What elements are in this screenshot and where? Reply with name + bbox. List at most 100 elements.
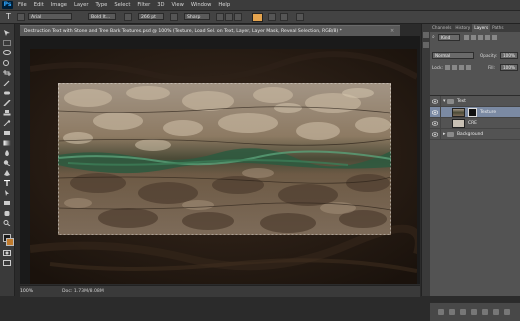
collapse-arrow-icon[interactable]: ▸ <box>443 130 446 139</box>
healing-brush-tool-icon[interactable] <box>3 90 11 96</box>
visibility-eye-icon[interactable] <box>432 121 438 126</box>
font-size-select[interactable]: 266 pt <box>138 13 164 20</box>
lock-all-icon[interactable] <box>466 65 471 70</box>
menu-view[interactable]: View <box>172 0 184 10</box>
gradient-tool-icon[interactable] <box>3 140 11 146</box>
canvas-bark-image[interactable] <box>58 83 391 235</box>
layer-row-text-group[interactable]: ▾ Text <box>430 96 520 107</box>
new-layer-icon[interactable] <box>493 309 499 315</box>
layer-row-background-group[interactable]: ▸ Background <box>430 129 520 140</box>
antialias-select[interactable]: Sharp <box>184 13 210 20</box>
lock-transparent-icon[interactable] <box>445 65 450 70</box>
screen-mode-icon[interactable] <box>3 260 11 266</box>
blur-tool-icon[interactable] <box>3 150 11 156</box>
path-selection-tool-icon[interactable] <box>3 190 11 196</box>
layer-name: Texture <box>480 110 497 115</box>
hand-tool-icon[interactable] <box>3 210 11 216</box>
font-family-select[interactable]: Arial <box>28 13 72 20</box>
layer-row-texture[interactable]: Texture <box>430 107 520 118</box>
quick-select-tool-icon[interactable] <box>3 60 11 66</box>
dodge-tool-icon[interactable] <box>3 160 11 166</box>
history-panel-icon[interactable] <box>423 32 429 38</box>
filter-pixel-icon[interactable] <box>464 35 469 40</box>
lock-position-icon[interactable] <box>459 65 464 70</box>
font-size-icon <box>124 13 132 21</box>
layer-mask-thumbnail[interactable] <box>468 108 477 117</box>
filter-smart-object-icon[interactable] <box>492 35 497 40</box>
menu-type[interactable]: Type <box>95 0 107 10</box>
eyedropper-tool-icon[interactable] <box>3 80 11 86</box>
filter-type-icon[interactable] <box>478 35 483 40</box>
text-color-swatch[interactable] <box>252 13 263 22</box>
layers-panel: Channels History Layers Paths ⌕ Kind Nor… <box>430 24 520 321</box>
delete-layer-icon[interactable] <box>504 309 510 315</box>
3d-icon[interactable] <box>296 13 304 21</box>
visibility-eye-icon[interactable] <box>432 110 438 115</box>
antialias-icon <box>170 13 178 21</box>
move-tool-icon[interactable] <box>3 30 11 36</box>
clone-stamp-tool-icon[interactable] <box>3 110 11 116</box>
quick-mask-icon[interactable] <box>3 250 11 256</box>
pen-tool-icon[interactable] <box>3 170 11 176</box>
blend-mode-select[interactable]: Normal <box>432 52 474 59</box>
orientation-toggle-icon[interactable] <box>17 13 25 21</box>
lasso-tool-icon[interactable] <box>3 50 11 56</box>
fill-label: Fill: <box>488 65 496 70</box>
zoom-level-field[interactable]: 100% <box>20 287 33 296</box>
background-color-swatch[interactable] <box>6 238 14 246</box>
tab-history[interactable]: History <box>453 24 472 32</box>
layer-list: ▾ Text Texture CRE ▸ Background <box>430 95 520 296</box>
add-mask-icon[interactable] <box>460 309 466 315</box>
menu-3d[interactable]: 3D <box>157 0 164 10</box>
font-style-select[interactable]: Bold It... <box>88 13 116 20</box>
tab-paths[interactable]: Paths <box>490 24 505 32</box>
filter-shape-icon[interactable] <box>485 35 490 40</box>
menu-window[interactable]: Window <box>191 0 211 10</box>
fill-field[interactable]: 100% <box>500 64 518 71</box>
crop-tool-icon[interactable] <box>3 70 11 76</box>
layer-row-cre[interactable]: CRE <box>430 118 520 129</box>
folder-icon <box>447 99 454 104</box>
tab-layers[interactable]: Layers <box>472 24 491 32</box>
menu-file[interactable]: File <box>18 0 27 10</box>
lock-pixels-icon[interactable] <box>452 65 457 70</box>
link-layers-icon[interactable] <box>438 309 444 315</box>
folder-icon <box>447 132 454 137</box>
opacity-field[interactable]: 100% <box>500 52 518 59</box>
zoom-tool-icon[interactable] <box>3 220 11 226</box>
align-center-icon[interactable] <box>225 13 233 21</box>
menu-layer[interactable]: Layer <box>74 0 88 10</box>
warp-text-icon[interactable] <box>268 13 276 21</box>
lock-label: Lock: <box>432 65 443 70</box>
layer-style-icon[interactable] <box>449 309 455 315</box>
expand-arrow-icon[interactable]: ▾ <box>443 97 446 106</box>
options-bar: T Arial Bold It... 266 pt Sharp <box>0 11 520 24</box>
layer-name: CRE <box>468 121 477 126</box>
tools-panel <box>0 24 15 296</box>
menu-image[interactable]: Image <box>51 0 67 10</box>
document-size-info[interactable]: Doc: 1.73M/8.08M <box>62 287 104 296</box>
brush-tool-icon[interactable] <box>3 100 11 106</box>
adjustment-layer-icon[interactable] <box>471 309 477 315</box>
align-right-icon[interactable] <box>234 13 242 21</box>
visibility-eye-icon[interactable] <box>432 132 438 137</box>
align-left-icon[interactable] <box>216 13 224 21</box>
type-tool-icon[interactable] <box>3 180 11 186</box>
properties-panel-icon[interactable] <box>423 42 429 48</box>
history-brush-tool-icon[interactable] <box>3 120 11 126</box>
tab-channels[interactable]: Channels <box>430 24 453 32</box>
filter-search-icon: ⌕ <box>432 34 435 40</box>
marquee-tool-icon[interactable] <box>3 40 11 46</box>
menu-help[interactable]: Help <box>218 0 230 10</box>
menu-edit[interactable]: Edit <box>34 0 44 10</box>
menu-select[interactable]: Select <box>114 0 130 10</box>
filter-adjustment-icon[interactable] <box>471 35 476 40</box>
layer-filter-kind-select[interactable]: Kind <box>438 34 460 41</box>
new-group-icon[interactable] <box>482 309 488 315</box>
type-tool-icon[interactable]: T <box>4 12 13 22</box>
eraser-tool-icon[interactable] <box>3 130 11 136</box>
menu-filter[interactable]: Filter <box>137 0 150 10</box>
visibility-eye-icon[interactable] <box>432 99 438 104</box>
character-panel-icon[interactable] <box>280 13 288 21</box>
shape-tool-icon[interactable] <box>3 200 11 206</box>
